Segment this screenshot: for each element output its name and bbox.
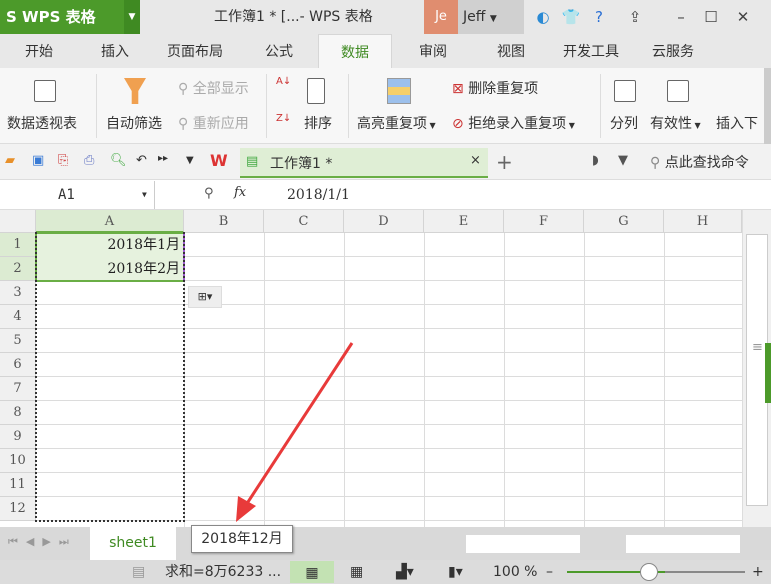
arrow-shaft: [244, 342, 354, 506]
layout-icon[interactable]: ▟▾: [396, 560, 414, 584]
tooltip: 2018年12月: [191, 525, 293, 553]
arrow-head: [236, 496, 256, 522]
eye-protect-icon[interactable]: ▮▾: [448, 560, 463, 584]
zoom-level: 100 %: [493, 564, 538, 580]
clipboard-icon[interactable]: ▤: [132, 560, 145, 584]
sum-readout: 求和=8万6233 ...: [165, 564, 282, 580]
sheet-tab-sheet1[interactable]: sheet1: [90, 527, 176, 560]
normal-view-icon[interactable]: ▦: [290, 561, 334, 583]
red-arrow-annotation: [236, 342, 354, 522]
sheet-nav-icons[interactable]: ⏮◀▶⏭: [8, 535, 77, 549]
horizontal-scrollbar-2[interactable]: [626, 535, 740, 553]
zoom-out-button[interactable]: –: [546, 560, 553, 584]
page-break-view-icon[interactable]: ▦: [350, 560, 363, 584]
horizontal-scrollbar[interactable]: [466, 535, 580, 553]
vertical-scrollbar[interactable]: ≡: [742, 210, 771, 527]
side-panel-toggle[interactable]: [765, 343, 771, 403]
zoom-in-button[interactable]: +: [752, 560, 764, 584]
status-bar: ▤ 求和=8万6233 ... ▦ ▦ ▟▾ ▮▾ 100 % – +: [0, 560, 771, 584]
zoom-slider-thumb[interactable]: [640, 563, 658, 581]
